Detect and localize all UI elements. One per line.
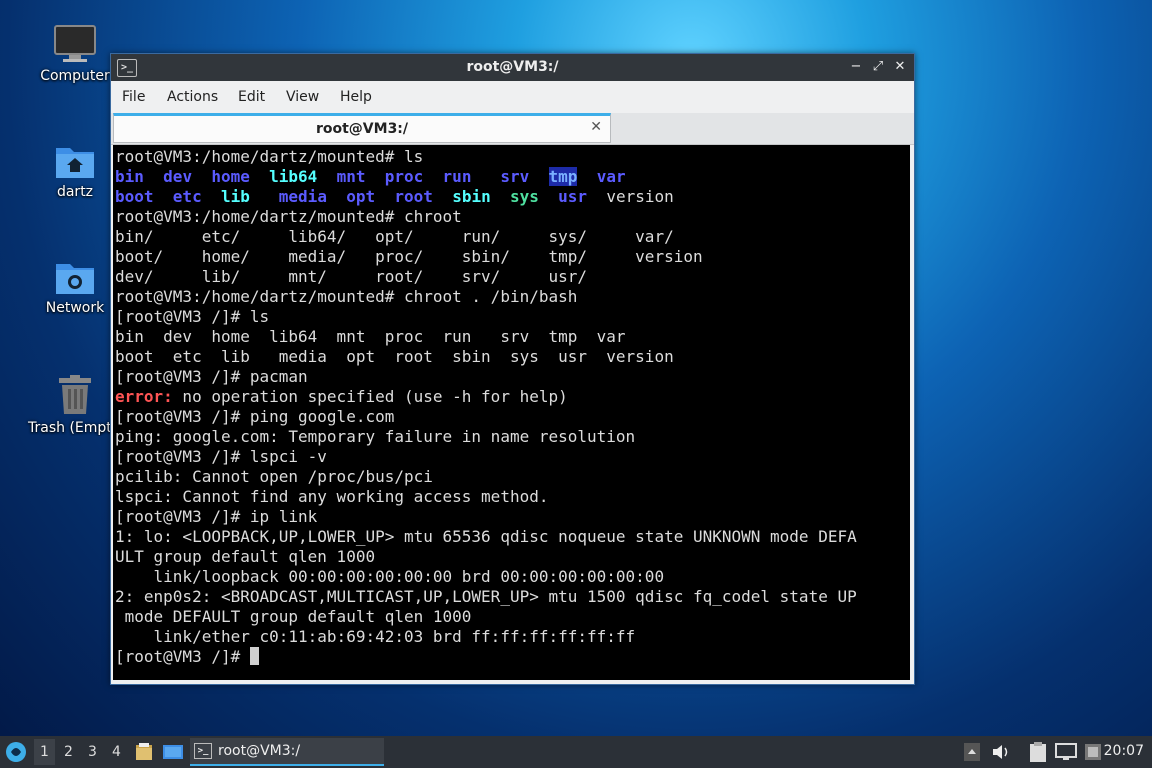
tab-terminal[interactable]: root@VM3:/ ✕: [113, 113, 611, 143]
terminal-line: 2: enp0s2: <BROADCAST,MULTICAST,UP,LOWER…: [115, 587, 857, 606]
menu-file[interactable]: File: [122, 89, 145, 105]
text-cursor: [249, 647, 259, 665]
tray-up-arrow-icon[interactable]: [964, 743, 980, 761]
clock[interactable]: 20:07: [1104, 743, 1144, 759]
volume-icon[interactable]: [991, 743, 1011, 761]
show-desktop-icon[interactable]: [162, 742, 184, 762]
window-title: root@VM3:/: [466, 59, 559, 75]
minimize-button[interactable]: −: [846, 57, 866, 77]
menu-bar: File Actions Edit View Help: [111, 81, 914, 113]
terminal-line: bin dev home lib64 mnt proc run srv tmp …: [115, 167, 626, 186]
menu-view[interactable]: View: [286, 89, 319, 105]
workspace-1[interactable]: 1: [34, 739, 55, 765]
terminal-icon: >_: [194, 743, 212, 759]
workspace-2[interactable]: 2: [64, 744, 73, 760]
window-titlebar[interactable]: >_ root@VM3:/ − ⤢ ✕: [111, 54, 914, 81]
close-button[interactable]: ✕: [890, 57, 910, 77]
terminal-line: bin/ etc/ lib64/ opt/ run/ sys/ var/: [115, 227, 674, 246]
updates-icon[interactable]: [1084, 743, 1102, 761]
monitor-icon: [54, 25, 96, 62]
workspace-3[interactable]: 3: [88, 744, 97, 760]
taskbar-task-terminal[interactable]: >_ root@VM3:/: [190, 738, 384, 766]
network-icon[interactable]: [1055, 743, 1077, 761]
trash-icon: [59, 375, 91, 414]
terminal-line: bin dev home lib64 mnt proc run srv tmp …: [115, 327, 626, 346]
home-folder-icon: [56, 148, 94, 178]
tab-close-icon[interactable]: ✕: [590, 119, 602, 135]
terminal-line: mode DEFAULT group default qlen 1000: [115, 607, 472, 626]
terminal-line: error: no operation specified (use -h fo…: [115, 387, 568, 406]
terminal-output[interactable]: root@VM3:/home/dartz/mounted# ls bin dev…: [113, 145, 910, 680]
terminal-line: [root@VM3 /]# pacman: [115, 367, 308, 386]
terminal-line: root@VM3:/home/dartz/mounted# chroot . /…: [115, 287, 578, 306]
terminal-line: boot etc lib media opt root sbin sys usr…: [115, 187, 674, 206]
terminal-line: link/ether c0:11:ab:69:42:03 brd ff:ff:f…: [115, 627, 636, 646]
task-label: root@VM3:/: [218, 743, 301, 759]
terminal-line: [root@VM3 /]# ping google.com: [115, 407, 395, 426]
terminal-line: pcilib: Cannot open /proc/bus/pci: [115, 467, 433, 486]
menu-actions[interactable]: Actions: [167, 89, 218, 105]
tab-bar: root@VM3:/ ✕: [111, 113, 914, 145]
terminal-line: dev/ lib/ mnt/ root/ srv/ usr/: [115, 267, 588, 286]
start-menu-icon[interactable]: [5, 741, 27, 763]
terminal-line: ping: google.com: Temporary failure in n…: [115, 427, 636, 446]
terminal-window: >_ root@VM3:/ − ⤢ ✕ File Actions Edit Vi…: [110, 53, 915, 685]
terminal-line: 1: lo: <LOOPBACK,UP,LOWER_UP> mtu 65536 …: [115, 527, 857, 546]
tab-label: root@VM3:/: [315, 121, 409, 137]
maximize-button[interactable]: ⤢: [868, 57, 888, 77]
terminal-line: boot etc lib media opt root sbin sys usr…: [115, 347, 674, 366]
clipboard-icon[interactable]: [1028, 741, 1048, 763]
workspace-4[interactable]: 4: [112, 744, 121, 760]
menu-edit[interactable]: Edit: [238, 89, 265, 105]
terminal-line: boot/ home/ media/ proc/ sbin/ tmp/ vers…: [115, 247, 703, 266]
terminal-line: [root@VM3 /]# lspci -v: [115, 447, 327, 466]
network-folder-icon: [56, 264, 94, 294]
terminal-line: [root@VM3 /]#: [115, 647, 910, 667]
terminal-line: root@VM3:/home/dartz/mounted# chroot: [115, 207, 462, 226]
menu-help[interactable]: Help: [340, 89, 372, 105]
terminal-line: [root@VM3 /]# ls: [115, 307, 270, 326]
file-manager-icon[interactable]: [134, 742, 154, 762]
terminal-line: ULT group default qlen 1000: [115, 547, 376, 566]
terminal-line: link/loopback 00:00:00:00:00:00 brd 00:0…: [115, 567, 665, 586]
taskbar: 1 2 3 4 >_ root@VM3:/ 20:07: [0, 736, 1152, 768]
terminal-line: root@VM3:/home/dartz/mounted# ls: [115, 147, 424, 166]
terminal-line: [root@VM3 /]# ip link: [115, 507, 318, 526]
terminal-line: lspci: Cannot find any working access me…: [115, 487, 549, 506]
